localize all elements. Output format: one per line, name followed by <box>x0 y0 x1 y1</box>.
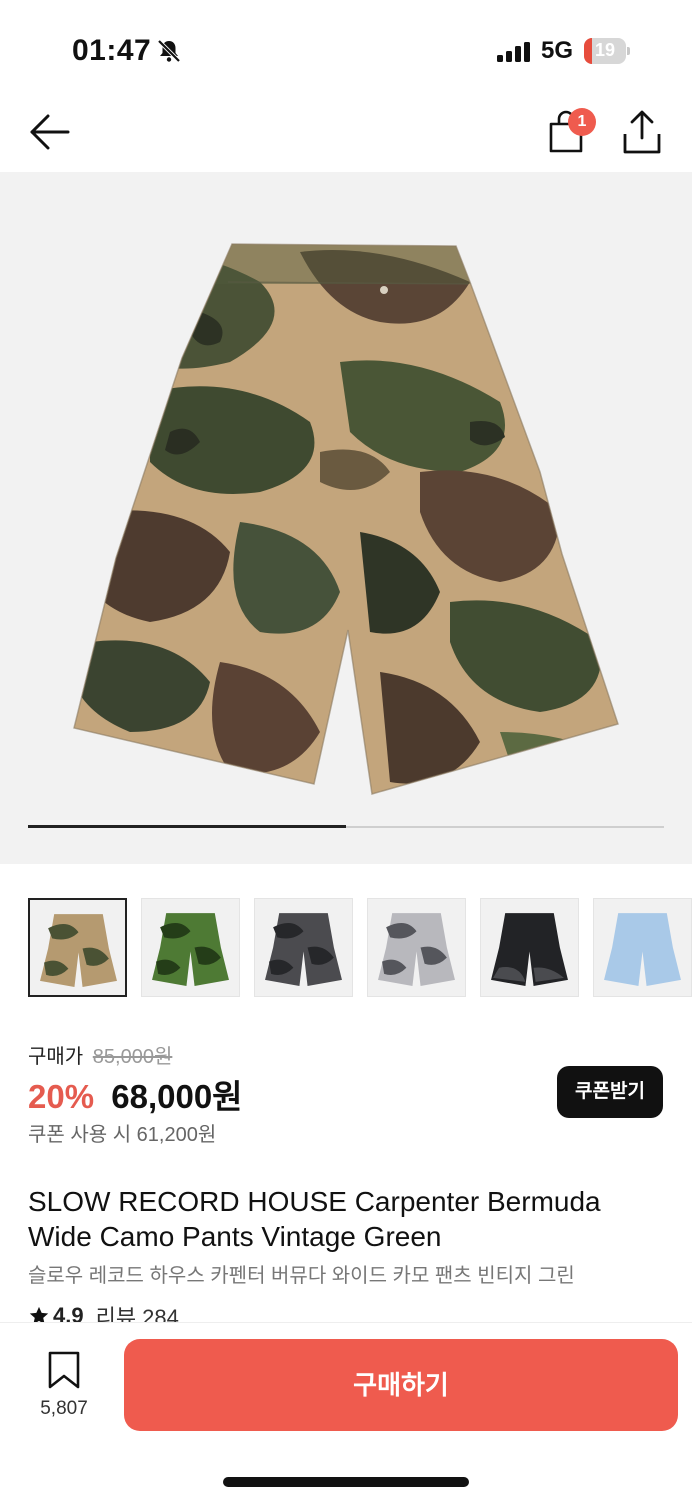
thumbnail-vintage-green-camo[interactable] <box>28 898 127 997</box>
bookmark-icon <box>48 1351 80 1389</box>
thumbnail-green-camo[interactable] <box>141 898 240 997</box>
signal-icon <box>497 42 530 62</box>
battery-level: 19 <box>594 40 616 60</box>
cart-badge: 1 <box>568 108 596 136</box>
bookmark-count: 5,807 <box>40 1398 88 1419</box>
share-icon[interactable] <box>622 110 662 154</box>
sale-price: 68,000원 <box>111 1078 243 1115</box>
top-nav: 1 <box>0 96 692 172</box>
product-image-gallery[interactable] <box>0 172 692 864</box>
product-title: SLOW RECORD HOUSE Carpenter Bermuda Wide… <box>28 1186 601 1252</box>
buy-button[interactable]: 구매하기 <box>124 1339 678 1431</box>
thumbnail-light-blue[interactable] <box>593 898 692 997</box>
network-type: 5G <box>541 37 574 64</box>
bookmark-button[interactable]: 5,807 <box>30 1351 98 1421</box>
status-bar: 01:47 5G 19 <box>0 0 692 96</box>
thumbnail-grey-camo[interactable] <box>367 898 466 997</box>
product-image <box>73 243 619 795</box>
thumbnail-black-denim[interactable] <box>480 898 579 997</box>
thumbnail-charcoal-camo[interactable] <box>254 898 353 997</box>
original-price: 85,000원 <box>92 1046 173 1068</box>
price-label-row: 구매가 85,000원 <box>28 1040 172 1069</box>
gallery-progress <box>28 825 664 828</box>
thumbnail-strip <box>28 898 692 998</box>
home-indicator[interactable] <box>223 1477 469 1487</box>
bottom-action-bar: 5,807 구매하기 <box>0 1322 692 1500</box>
discount-percent: 20% <box>28 1078 95 1115</box>
sale-price-row: 20% 68,000원 <box>28 1070 243 1118</box>
product-title-korean: 슬로우 레코드 하우스 카펜터 버뮤다 와이드 카모 팬츠 빈티지 그린 <box>28 1265 575 1287</box>
bell-slash-icon <box>157 39 181 63</box>
status-time: 01:47 <box>72 34 152 67</box>
price-label: 구매가 <box>28 1046 84 1068</box>
coupon-price-note: 쿠폰 사용 시 61,200원 <box>28 1124 217 1146</box>
battery-icon: 19 <box>584 38 630 64</box>
get-coupon-button[interactable]: 쿠폰받기 <box>557 1066 663 1118</box>
gallery-progress-fill <box>28 825 346 828</box>
back-arrow-icon[interactable] <box>28 112 72 152</box>
